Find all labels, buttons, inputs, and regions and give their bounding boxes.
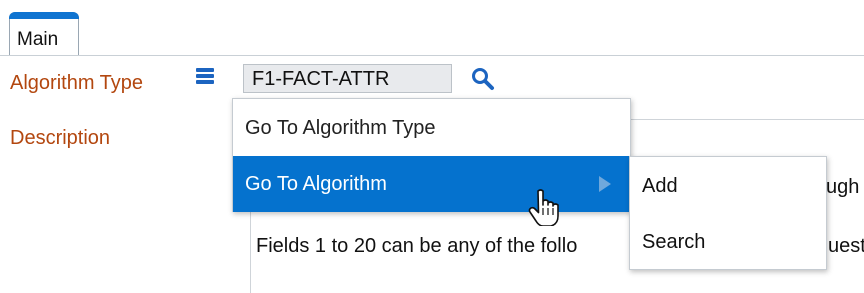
menu-item-label: Go To Algorithm [245,173,387,195]
tab-strip: Main [0,0,864,56]
menu-item-label: Go To Algorithm Type [245,117,436,139]
description-line1-tail: ugh [826,176,860,198]
hamburger-menu-icon[interactable] [196,68,214,84]
submenu-item-search[interactable]: Search [630,213,826,269]
description-line2-tail: uest [828,235,864,257]
submenu-item-label: Add [642,175,678,197]
tab-main[interactable]: Main [9,12,79,56]
menu-item-go-to-algorithm-type[interactable]: Go To Algorithm Type [233,99,630,155]
tab-divider [0,55,864,56]
context-menu: Go To Algorithm Type Go To Algorithm [232,98,631,212]
submenu: Add Search [629,156,827,270]
algorithm-type-label: Algorithm Type [10,72,144,94]
submenu-item-label: Search [642,231,706,253]
hand-pointer-icon [528,189,559,226]
menu-item-go-to-algorithm[interactable]: Go To Algorithm [233,156,630,212]
submenu-item-add[interactable]: Add [630,157,826,213]
tab-main-label: Main [17,29,59,50]
algorithm-type-field[interactable]: F1-FACT-ATTR [243,64,452,93]
description-label: Description [10,127,111,149]
algorithm-type-value: F1-FACT-ATTR [252,68,390,90]
description-line2-head: Fields 1 to 20 can be any of the follo [256,235,578,257]
triangle-right-icon [599,176,611,192]
search-icon[interactable] [470,66,496,92]
